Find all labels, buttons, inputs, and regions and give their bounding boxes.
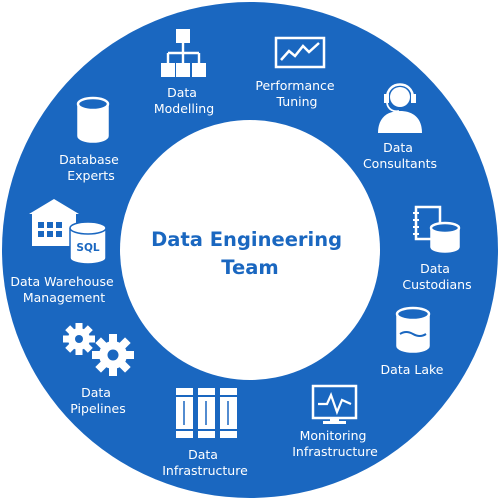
database-cylinder-icon	[76, 96, 110, 143]
segment-label-data-lake: Data Lake	[381, 362, 444, 377]
segment-label-database-experts: Database Experts	[59, 152, 123, 183]
svg-text:SQL: SQL	[76, 242, 99, 254]
segment-label-data-warehouse-management: Data Warehouse Management	[10, 274, 117, 305]
segment-label-monitoring-infrastructure: Monitoring Infrastructure	[292, 428, 378, 459]
database-cylinder-icon	[395, 306, 431, 353]
server-racks-icon	[176, 388, 237, 438]
data-engineering-team-diagram: Data Engineering Team Data Modelling Per…	[0, 0, 501, 501]
